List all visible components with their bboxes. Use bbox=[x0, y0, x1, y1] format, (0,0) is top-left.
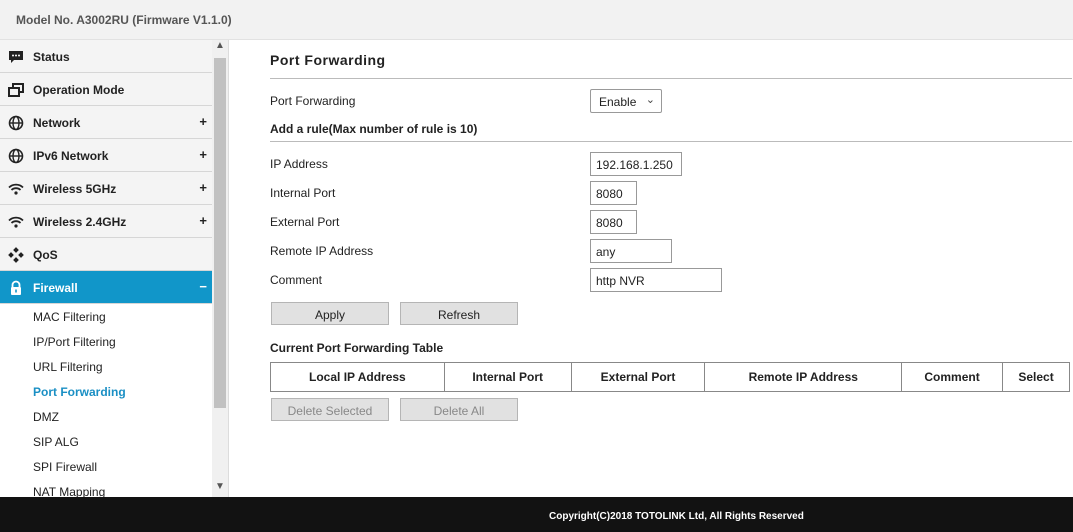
chevron-down-icon: ⌄ bbox=[645, 94, 655, 106]
submenu-port-forwarding[interactable]: Port Forwarding bbox=[0, 379, 212, 404]
sidebar-item-operation-mode[interactable]: Operation Mode bbox=[0, 73, 212, 106]
add-rule-heading: Add a rule(Max number of rule is 10) bbox=[270, 122, 478, 136]
sidebar-item-firewall[interactable]: Firewall − bbox=[0, 271, 212, 304]
expand-icon: + bbox=[199, 213, 207, 228]
expand-icon: + bbox=[199, 180, 207, 195]
globe-icon bbox=[8, 115, 24, 131]
submenu-nat-mapping[interactable]: NAT Mapping bbox=[0, 479, 212, 497]
port-forwarding-label: Port Forwarding bbox=[270, 94, 356, 108]
scroll-up-icon[interactable]: ▲ bbox=[212, 40, 228, 56]
ip-address-input[interactable]: 192.168.1.250 bbox=[590, 152, 682, 176]
copyright-text: Copyright(C)2018 TOTOLINK Ltd, All Right… bbox=[549, 511, 804, 522]
expand-icon: + bbox=[199, 114, 207, 129]
sidebar-item-label: Operation Mode bbox=[33, 83, 125, 97]
submenu-ip-port-filtering[interactable]: IP/Port Filtering bbox=[0, 329, 212, 354]
column-header: External Port bbox=[570, 362, 706, 392]
windows-icon bbox=[8, 83, 24, 97]
wifi-icon bbox=[8, 183, 24, 195]
qos-icon bbox=[8, 247, 24, 263]
internal-port-label: Internal Port bbox=[270, 186, 336, 200]
delete-selected-button[interactable]: Delete Selected bbox=[271, 398, 389, 421]
submenu-spi-firewall[interactable]: SPI Firewall bbox=[0, 454, 212, 479]
sidebar-item-label: Firewall bbox=[33, 281, 78, 295]
sidebar-item-wireless-5ghz[interactable]: Wireless 5GHz + bbox=[0, 172, 212, 205]
sidebar-item-wireless-24ghz[interactable]: Wireless 2.4GHz + bbox=[0, 205, 212, 238]
column-header: Remote IP Address bbox=[704, 362, 903, 392]
comment-input[interactable]: http NVR bbox=[590, 268, 722, 292]
scroll-down-icon[interactable]: ▼ bbox=[212, 481, 228, 497]
refresh-button[interactable]: Refresh bbox=[400, 302, 518, 325]
apply-button[interactable]: Apply bbox=[271, 302, 389, 325]
sidebar-item-status[interactable]: Status bbox=[0, 40, 212, 73]
sidebar-item-qos[interactable]: QoS bbox=[0, 238, 212, 271]
sidebar: Status Operation Mode Network + IPv6 Net… bbox=[0, 40, 229, 497]
scrollbar-thumb[interactable] bbox=[214, 58, 226, 408]
column-header: Comment bbox=[901, 362, 1004, 392]
table-heading: Current Port Forwarding Table bbox=[270, 341, 444, 355]
divider bbox=[270, 141, 1072, 142]
remote-ip-label: Remote IP Address bbox=[270, 244, 374, 258]
column-header: Internal Port bbox=[443, 362, 572, 392]
page-title: Port Forwarding bbox=[270, 52, 386, 68]
top-bar: Model No. A3002RU (Firmware V1.1.0) bbox=[0, 0, 1073, 40]
remote-ip-input[interactable]: any bbox=[590, 239, 672, 263]
submenu-mac-filtering[interactable]: MAC Filtering bbox=[0, 304, 212, 329]
submenu-dmz[interactable]: DMZ bbox=[0, 404, 212, 429]
globe-icon bbox=[8, 148, 24, 164]
firewall-submenu: MAC Filtering IP/Port Filtering URL Filt… bbox=[0, 304, 212, 497]
submenu-sip-alg[interactable]: SIP ALG bbox=[0, 429, 212, 454]
column-header: Select bbox=[1002, 362, 1070, 392]
collapse-icon: − bbox=[199, 279, 207, 294]
lock-icon bbox=[11, 280, 21, 295]
comment-label: Comment bbox=[270, 273, 323, 287]
sidebar-scrollbar[interactable]: ▲ ▼ bbox=[212, 40, 228, 497]
chat-icon bbox=[9, 51, 23, 63]
sidebar-item-label: Status bbox=[33, 50, 70, 64]
main-content: Port Forwarding Port Forwarding Enable ⌄… bbox=[230, 40, 1073, 497]
table-header-row: Local IP Address Internal Port External … bbox=[270, 362, 1070, 392]
sidebar-item-label: IPv6 Network bbox=[33, 149, 109, 163]
footer: Copyright(C)2018 TOTOLINK Ltd, All Right… bbox=[0, 497, 1073, 532]
wifi-icon bbox=[8, 216, 24, 228]
expand-icon: + bbox=[199, 147, 207, 162]
external-port-input[interactable]: 8080 bbox=[590, 210, 637, 234]
ip-address-label: IP Address bbox=[270, 157, 328, 171]
model-info: Model No. A3002RU (Firmware V1.1.0) bbox=[16, 13, 232, 27]
sidebar-item-label: Network bbox=[33, 116, 81, 130]
sidebar-item-ipv6-network[interactable]: IPv6 Network + bbox=[0, 139, 212, 172]
sidebar-item-network[interactable]: Network + bbox=[0, 106, 212, 139]
external-port-label: External Port bbox=[270, 215, 340, 229]
sidebar-item-label: Wireless 2.4GHz bbox=[33, 215, 127, 229]
column-header: Local IP Address bbox=[270, 362, 445, 392]
select-value: Enable bbox=[599, 95, 637, 109]
submenu-url-filtering[interactable]: URL Filtering bbox=[0, 354, 212, 379]
port-forwarding-table: Local IP Address Internal Port External … bbox=[270, 362, 1070, 392]
divider bbox=[270, 78, 1072, 79]
internal-port-input[interactable]: 8080 bbox=[590, 181, 637, 205]
delete-all-button[interactable]: Delete All bbox=[400, 398, 518, 421]
sidebar-menu: Status Operation Mode Network + IPv6 Net… bbox=[0, 40, 212, 497]
sidebar-item-label: QoS bbox=[33, 248, 58, 262]
sidebar-item-label: Wireless 5GHz bbox=[33, 182, 117, 196]
port-forwarding-select[interactable]: Enable ⌄ bbox=[590, 89, 662, 113]
